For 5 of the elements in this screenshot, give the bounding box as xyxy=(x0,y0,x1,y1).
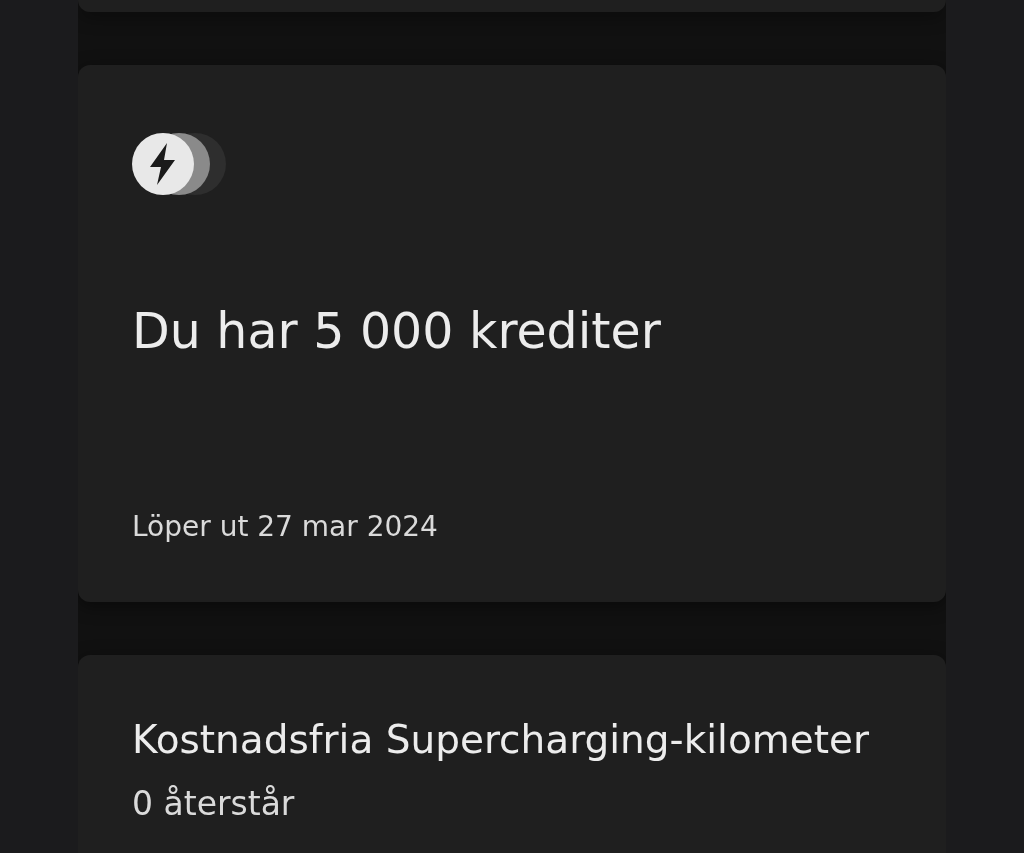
remaining-text: 0 återstår xyxy=(132,783,295,824)
lightning-coins-icon xyxy=(132,133,228,195)
credits-title: Du har 5 000 krediter xyxy=(132,302,661,362)
card-title: Kostnadsfria Supercharging-kilometer xyxy=(132,716,870,764)
expiry-date-text: Löper ut 27 mar 2024 xyxy=(132,510,438,544)
